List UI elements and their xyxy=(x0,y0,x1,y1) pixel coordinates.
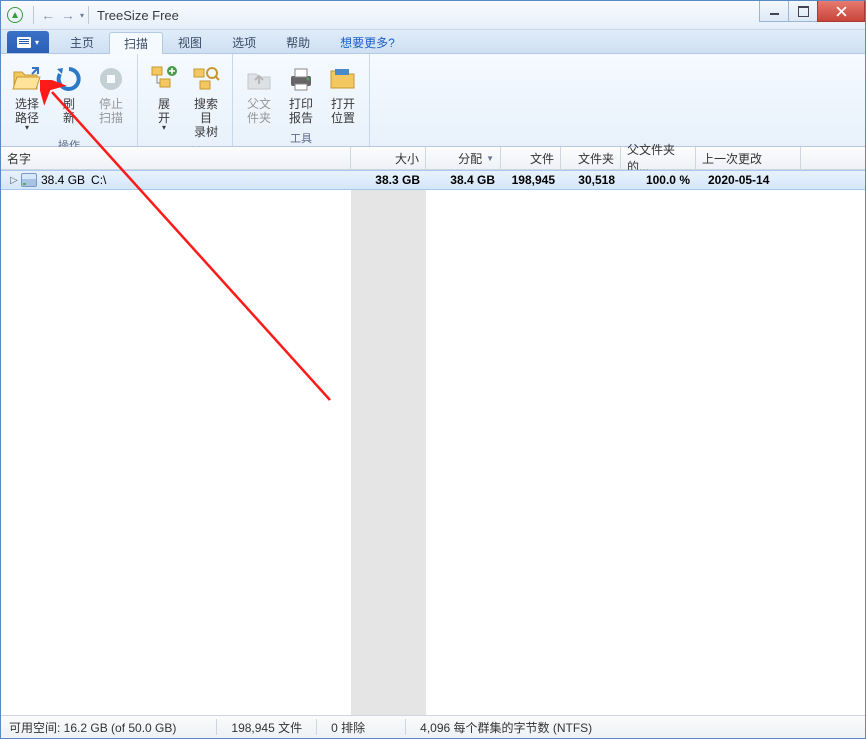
select-path-button[interactable]: 选择 路径 ▾ xyxy=(9,60,45,135)
drive-icon xyxy=(21,173,37,187)
ribbon-group-tools: 父文 件夹 打印 报告 打开 位置 工具 xyxy=(233,54,370,146)
app-icon xyxy=(7,7,23,23)
separator xyxy=(316,719,317,735)
open-location-button[interactable]: 打开 位置 xyxy=(325,60,361,128)
refresh-button[interactable]: 刷 新 xyxy=(51,60,87,128)
column-modified[interactable]: 上一次更改 xyxy=(696,147,801,169)
expand-toggle[interactable]: ▷ xyxy=(7,175,21,186)
refresh-icon xyxy=(53,63,85,95)
file-menu-icon xyxy=(17,37,31,48)
dropdown-arrow-icon: ▾ xyxy=(35,38,39,47)
cell-folders: 30,518 xyxy=(561,173,621,187)
column-folders[interactable]: 文件夹 xyxy=(561,147,621,169)
stop-scan-button: 停止 扫描 xyxy=(93,60,129,128)
tab-home[interactable]: 主页 xyxy=(55,31,109,53)
ribbon: 选择 路径 ▾ 刷 新 停止 扫描 操作 xyxy=(1,54,865,147)
close-button[interactable] xyxy=(817,1,865,22)
tab-want-more[interactable]: 想要更多? xyxy=(325,31,410,53)
nav-forward-button[interactable]: → xyxy=(58,5,78,25)
cell-files: 198,945 xyxy=(501,173,561,187)
cell-size: 38.3 GB xyxy=(351,173,426,187)
table-row[interactable]: ▷ 38.4 GB C:\ 38.3 GB 38.4 GB 198,945 30… xyxy=(1,170,865,190)
row-size-label: 38.4 GB xyxy=(41,173,85,187)
grid-body[interactable]: ▷ 38.4 GB C:\ 38.3 GB 38.4 GB 198,945 30… xyxy=(1,170,865,715)
window-controls xyxy=(760,1,865,22)
column-name[interactable]: 名字 xyxy=(1,147,351,169)
dropdown-arrow-icon: ▾ xyxy=(25,123,29,132)
cell-alloc: 38.4 GB xyxy=(426,173,501,187)
sort-desc-icon: ▼ xyxy=(486,154,494,163)
status-free-space: 可用空间: 16.2 GB (of 50.0 GB) xyxy=(9,719,176,736)
nav-back-button[interactable]: ← xyxy=(38,5,58,25)
separator xyxy=(33,6,34,24)
separator xyxy=(88,6,89,24)
tab-help[interactable]: 帮助 xyxy=(271,31,325,53)
maximize-button[interactable] xyxy=(788,1,818,22)
file-menu-button[interactable]: ▾ xyxy=(7,31,49,53)
separator xyxy=(405,719,406,735)
status-excluded: 0 排除 xyxy=(331,719,365,736)
cell-modified: 2020-05-14 xyxy=(696,173,801,187)
separator xyxy=(216,719,217,735)
tab-scan[interactable]: 扫描 xyxy=(109,32,163,54)
stop-icon xyxy=(95,63,127,95)
column-files[interactable]: 文件 xyxy=(501,147,561,169)
cell-name: ▷ 38.4 GB C:\ xyxy=(1,173,351,187)
statusbar: 可用空间: 16.2 GB (of 50.0 GB) 198,945 文件 0 … xyxy=(1,715,865,738)
titlebar: ← → ▾ TreeSize Free xyxy=(1,1,865,30)
parent-folder-button: 父文 件夹 xyxy=(241,60,277,128)
folder-up-icon xyxy=(243,63,275,95)
column-parent[interactable]: 父文件夹的... xyxy=(621,147,696,169)
column-size[interactable]: 大小 xyxy=(351,147,426,169)
folder-open-icon xyxy=(11,63,43,95)
dropdown-arrow-icon: ▾ xyxy=(162,123,166,132)
minimize-button[interactable] xyxy=(759,1,789,22)
nav-history-dropdown[interactable]: ▾ xyxy=(80,11,84,20)
column-alloc[interactable]: 分配▼ xyxy=(426,147,501,169)
expand-button[interactable]: 展 开 ▾ xyxy=(146,60,182,135)
tab-options[interactable]: 选项 xyxy=(217,31,271,53)
ribbon-group-tree: 展 开 ▾ 搜索目 录树 目录树 xyxy=(138,54,233,146)
ribbon-group-operations: 选择 路径 ▾ 刷 新 停止 扫描 操作 xyxy=(1,54,138,146)
search-tree-button[interactable]: 搜索目 录树 xyxy=(188,60,224,142)
row-path: C:\ xyxy=(91,173,106,187)
tab-view[interactable]: 视图 xyxy=(163,31,217,53)
close-icon xyxy=(836,6,847,17)
cell-parent: 100.0 % xyxy=(621,173,696,187)
window-title: TreeSize Free xyxy=(97,8,179,23)
print-report-button[interactable]: 打印 报告 xyxy=(283,60,319,128)
application-window: ← → ▾ TreeSize Free ▾ 主页 扫描 视图 选项 帮助 想要更… xyxy=(0,0,866,739)
status-cluster: 4,096 每个群集的字节数 (NTFS) xyxy=(420,719,592,736)
size-bar-background xyxy=(351,170,426,715)
grid-header: 名字 大小 分配▼ 文件 文件夹 父文件夹的... 上一次更改 xyxy=(1,147,865,170)
expand-tree-icon xyxy=(148,63,180,95)
open-folder-icon xyxy=(327,63,359,95)
status-files: 198,945 文件 xyxy=(231,719,302,736)
printer-icon xyxy=(285,63,317,95)
ribbon-tabstrip: ▾ 主页 扫描 视图 选项 帮助 想要更多? xyxy=(1,30,865,54)
search-tree-icon xyxy=(190,63,222,95)
